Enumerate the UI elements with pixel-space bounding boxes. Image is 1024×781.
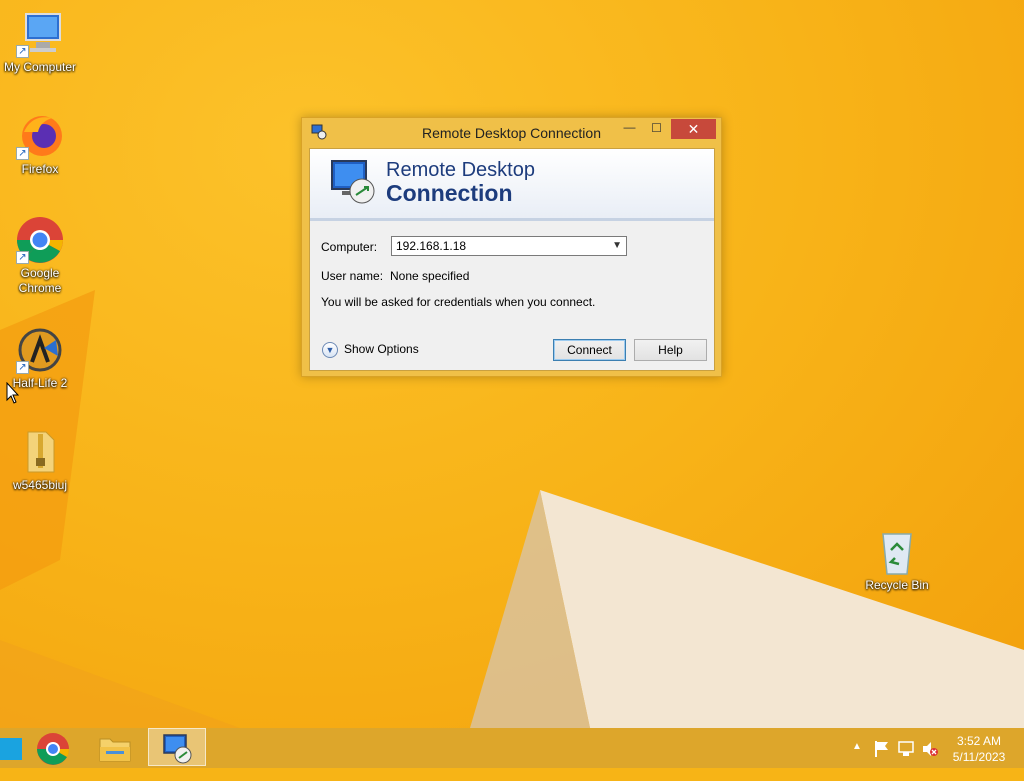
computer-value: 192.168.1.18 xyxy=(396,239,467,253)
taskbar-clock[interactable]: 3:52 AM 5/11/2023 xyxy=(944,733,1014,765)
clock-time: 3:52 AM xyxy=(956,734,1002,748)
desktop-icon-label: Firefox xyxy=(21,162,59,176)
computer-icon: ↗ xyxy=(16,10,64,58)
credentials-info-text: You will be asked for credentials when y… xyxy=(321,295,596,309)
start-icon[interactable] xyxy=(0,738,22,760)
desktop-icon-zip-folder[interactable]: w5465biuj xyxy=(0,428,80,493)
close-button[interactable]: ✕ xyxy=(671,119,716,139)
chrome-icon: ↗ xyxy=(16,216,64,264)
desktop-icon-my-computer[interactable]: ↗ My Computer xyxy=(0,10,80,75)
desktop-icon-label: My Computer xyxy=(3,60,77,74)
username-label: User name: xyxy=(321,269,384,283)
clock-date: 5/11/2023 xyxy=(952,750,1006,764)
file-explorer-icon[interactable] xyxy=(98,733,132,773)
action-center-flag-icon[interactable] xyxy=(873,740,891,780)
dialog-body: Remote Desktop Connection Computer: 192.… xyxy=(309,148,715,371)
halflife2-icon: ↗ xyxy=(16,326,64,374)
connect-button[interactable]: Connect xyxy=(553,339,626,361)
remote-desktop-dialog: Remote Desktop Connection — ☐ ✕ Remote D… xyxy=(301,117,722,377)
desktop-icon-label: Recycle Bin xyxy=(865,578,929,592)
mouse-cursor-icon xyxy=(6,382,20,404)
computer-label: Computer: xyxy=(321,240,378,254)
banner-title-line2: Connection xyxy=(386,180,513,206)
network-icon[interactable] xyxy=(897,740,915,780)
recycle-bin-icon xyxy=(873,528,921,576)
maximize-button[interactable]: ☐ xyxy=(643,119,670,139)
desktop-icon-firefox[interactable]: ↗ Firefox xyxy=(0,112,80,177)
remote-desktop-icon xyxy=(331,160,375,204)
taskbar-remote-desktop-button[interactable] xyxy=(148,728,206,766)
computer-combobox[interactable]: 192.168.1.18 ▼ xyxy=(391,236,627,256)
volume-muted-icon[interactable] xyxy=(921,740,939,780)
zip-folder-icon xyxy=(16,428,64,476)
chevron-down-icon[interactable]: ▼ xyxy=(612,237,622,255)
show-options-label: Show Options xyxy=(344,342,419,357)
desktop-icon-recycle-bin[interactable]: Recycle Bin xyxy=(857,528,937,593)
taskbar-chrome-icon[interactable] xyxy=(36,732,70,772)
show-hidden-icons-icon[interactable]: ▲ xyxy=(852,741,862,781)
minimize-button[interactable]: — xyxy=(616,119,643,139)
desktop-icon-google-chrome[interactable]: ↗ Google Chrome xyxy=(0,216,80,296)
username-value: None specified xyxy=(390,269,470,283)
banner-title-line1: Remote Desktop xyxy=(386,159,535,181)
desktop-icon-label: w5465biuj xyxy=(12,478,68,492)
remote-desktop-icon xyxy=(163,734,192,764)
show-options-toggle[interactable]: ▼ Show Options xyxy=(322,342,419,358)
desktop-icon-label: Google Chrome xyxy=(18,266,62,295)
firefox-icon: ↗ xyxy=(16,112,64,160)
expand-chevron-icon: ▼ xyxy=(322,342,338,358)
dialog-titlebar[interactable]: Remote Desktop Connection — ☐ ✕ xyxy=(302,118,721,146)
dialog-banner: Remote Desktop Connection xyxy=(310,149,714,221)
help-button[interactable]: Help xyxy=(634,339,707,361)
taskbar: ▲ 3:52 AM 5/11/2023 xyxy=(0,728,1024,768)
